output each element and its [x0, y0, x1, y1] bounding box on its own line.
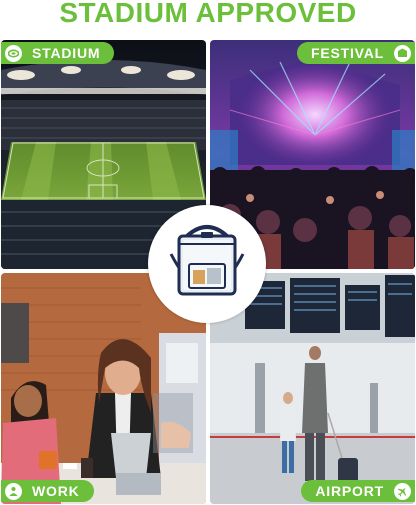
clear-bag-image — [169, 225, 245, 296]
work-icon — [5, 482, 22, 500]
stadium-icon — [5, 44, 22, 62]
stadium-label: STADIUM — [32, 45, 101, 61]
page-title: STADIUM APPROVED — [59, 0, 357, 28]
airport-label: AIRPORT — [315, 483, 384, 499]
festival-label: FESTIVAL — [310, 45, 384, 61]
festival-icon — [394, 44, 411, 62]
work-label: WORK — [32, 483, 80, 499]
festival-badge: FESTIVAL — [296, 42, 415, 64]
stadium-badge: STADIUM — [1, 42, 115, 64]
airplane-icon — [394, 482, 411, 500]
product-bag-circle — [148, 205, 266, 323]
airport-badge: AIRPORT — [301, 480, 415, 502]
work-badge: WORK — [1, 480, 94, 502]
